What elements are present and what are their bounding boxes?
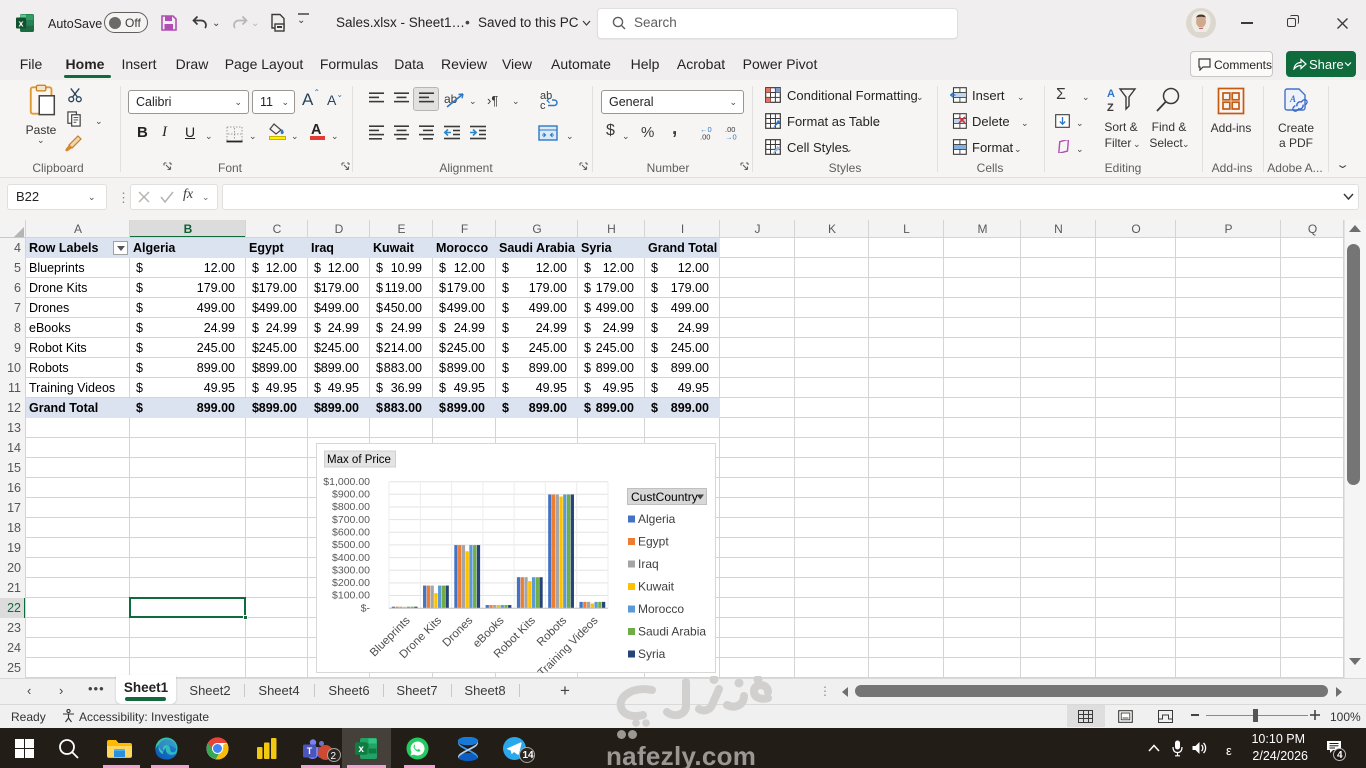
svg-text:c: c	[540, 100, 546, 110]
svg-text:$-: $-	[360, 602, 370, 614]
svg-text:Kuwait: Kuwait	[638, 579, 675, 593]
svg-text:A: A	[1289, 94, 1296, 104]
svg-text:$900.00: $900.00	[332, 488, 370, 500]
svg-text:A: A	[1107, 88, 1115, 100]
svg-text:T: T	[307, 746, 313, 756]
svg-text:Iraq: Iraq	[638, 557, 659, 571]
svg-text:Syria: Syria	[638, 647, 666, 661]
svg-text:x: x	[18, 18, 23, 28]
svg-text:Egypt: Egypt	[638, 534, 669, 548]
svg-text:CustCountry: CustCountry	[631, 490, 698, 504]
svg-text:x: x	[358, 744, 364, 755]
svg-text:Morocco: Morocco	[638, 602, 684, 616]
svg-text:→0: →0	[725, 133, 737, 141]
svg-text:$700.00: $700.00	[332, 513, 370, 525]
svg-text:$400.00: $400.00	[332, 551, 370, 563]
svg-text:$600.00: $600.00	[332, 526, 370, 538]
svg-text:Algeria: Algeria	[638, 512, 676, 526]
svg-text:$800.00: $800.00	[332, 501, 370, 513]
svg-text:$500.00: $500.00	[332, 539, 370, 551]
svg-text:$200.00: $200.00	[332, 577, 370, 589]
svg-text:.00: .00	[700, 133, 710, 141]
svg-text:$1,000.00: $1,000.00	[323, 475, 370, 487]
svg-text:Saudi Arabia: Saudi Arabia	[638, 624, 706, 638]
svg-text:Z: Z	[1107, 102, 1114, 114]
svg-text:Max of Price: Max of Price	[327, 454, 391, 466]
svg-text:$100.00: $100.00	[332, 589, 370, 601]
svg-text:$300.00: $300.00	[332, 564, 370, 576]
